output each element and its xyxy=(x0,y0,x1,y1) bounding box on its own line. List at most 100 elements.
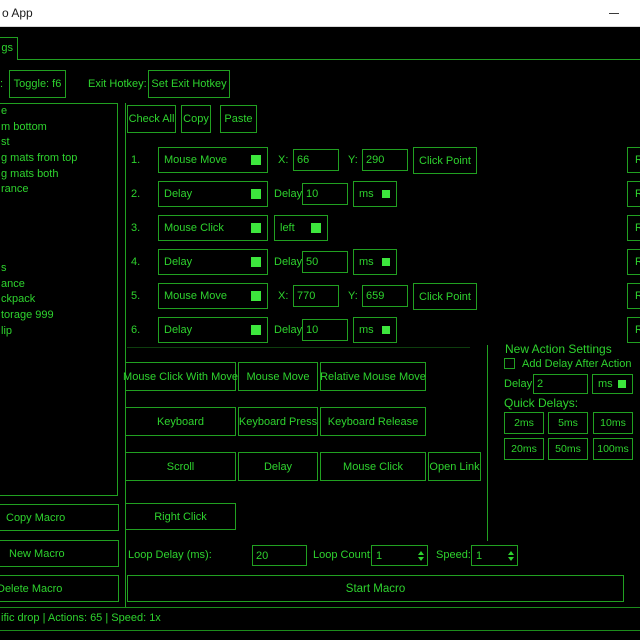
action-type-dropdown[interactable]: Delay xyxy=(158,317,268,343)
action-row-number: 5. xyxy=(131,283,140,309)
quick-delay-button-50ms[interactable]: 50ms xyxy=(548,438,588,460)
action-row: 2. Delay Delay ms R xyxy=(0,181,640,209)
y-input[interactable] xyxy=(362,149,408,171)
x-label: X: xyxy=(278,147,288,173)
tab-strip-line xyxy=(0,59,640,60)
macro-list-item[interactable]: m bottom xyxy=(1,120,117,136)
click-point-button[interactable]: Click Point xyxy=(413,283,477,310)
action-row: 6.DelayDelaymsR xyxy=(0,317,640,345)
clipped-row-edge xyxy=(127,347,470,348)
x-input[interactable] xyxy=(293,149,339,171)
action-row-number: 2. xyxy=(131,181,140,207)
delay-unit-dropdown[interactable]: ms xyxy=(353,317,397,343)
quick-delay-button-2ms[interactable]: 2ms xyxy=(504,412,544,434)
window-title: o App xyxy=(2,0,33,27)
quick-delay-button-5ms[interactable]: 5ms xyxy=(548,412,588,434)
delay-input[interactable] xyxy=(302,251,348,273)
copy-macro-button[interactable]: Copy Macro xyxy=(0,504,119,531)
add-delay-checkbox[interactable] xyxy=(504,358,515,369)
delete-macro-button[interactable]: Delete Macro xyxy=(0,575,119,602)
action-type-dropdown[interactable]: Mouse Move xyxy=(158,147,268,173)
dropdown-square-icon xyxy=(251,257,261,267)
action-type-dropdown[interactable]: Delay xyxy=(158,249,268,275)
palette-button-mouse-click-with-move[interactable]: Mouse Click With Move xyxy=(125,362,236,391)
remove-button[interactable]: R xyxy=(627,283,640,309)
x-label: X: xyxy=(278,283,288,309)
remove-button[interactable]: R xyxy=(627,317,640,343)
spin-up-icon[interactable] xyxy=(508,551,514,555)
delay-label: Delay xyxy=(274,181,302,207)
dropdown-square-icon xyxy=(251,223,261,233)
loop-count-spinner[interactable]: 1 xyxy=(371,545,428,566)
set-exit-hotkey-button[interactable]: Set Exit Hotkey xyxy=(148,70,230,98)
status-bar-text: ific drop | Actions: 65 | Speed: 1x xyxy=(1,607,161,630)
add-delay-label: Add Delay After Action xyxy=(522,358,631,370)
action-type-dropdown[interactable]: Delay xyxy=(158,181,268,207)
delay-input[interactable] xyxy=(302,183,348,205)
speed-spinner[interactable]: 1 xyxy=(471,545,518,566)
new-macro-button[interactable]: New Macro xyxy=(0,540,119,567)
check-all-button[interactable]: Check All xyxy=(127,105,176,133)
quick-delay-button-10ms[interactable]: 10ms xyxy=(593,412,633,434)
palette-button-keyboard[interactable]: Keyboard xyxy=(125,407,236,436)
palette-button-mouse-click[interactable]: Mouse Click xyxy=(320,452,426,481)
y-input[interactable] xyxy=(362,285,408,307)
action-row-number: 4. xyxy=(131,249,140,275)
dropdown-square-icon xyxy=(251,291,261,301)
click-point-button[interactable]: Click Point xyxy=(413,147,477,174)
dropdown-square-icon xyxy=(251,189,261,199)
delay-unit-dropdown-value: ms xyxy=(359,188,374,200)
palette-button-mouse-move[interactable]: Mouse Move xyxy=(238,362,318,391)
spin-down-icon[interactable] xyxy=(418,557,424,561)
macro-list-item[interactable]: e xyxy=(1,104,117,120)
quick-delays-label: Quick Delays: xyxy=(504,396,578,410)
remove-button[interactable]: R xyxy=(627,181,640,207)
palette-button-keyboard-release[interactable]: Keyboard Release xyxy=(320,407,426,436)
palette-button-keyboard-press[interactable]: Keyboard Press xyxy=(238,407,318,436)
delay-input[interactable] xyxy=(302,319,348,341)
tab-settings[interactable]: gs xyxy=(0,37,18,60)
speed-label: Speed: xyxy=(436,545,471,566)
minimize-icon[interactable] xyxy=(609,13,619,14)
status-bar-bottom-line xyxy=(0,630,640,631)
action-rows: 1.Mouse MoveX:Y:Click PointR2.DelayDelay… xyxy=(0,141,640,346)
toggle-hotkey-button[interactable]: Toggle: f6 xyxy=(9,70,66,98)
palette-button-delay[interactable]: Delay xyxy=(238,452,318,481)
spin-down-icon[interactable] xyxy=(508,557,514,561)
spin-up-icon[interactable] xyxy=(418,551,424,555)
action-type-dropdown-value: Delay xyxy=(164,188,192,200)
start-macro-button[interactable]: Start Macro xyxy=(127,575,624,602)
paste-button[interactable]: Paste xyxy=(220,105,257,133)
quick-delay-button-100ms[interactable]: 100ms xyxy=(593,438,633,460)
dropdown-square-icon xyxy=(618,380,626,388)
settings-delay-label: Delay: xyxy=(504,374,535,394)
palette-button-scroll[interactable]: Scroll xyxy=(125,452,236,481)
delay-unit-dropdown[interactable]: ms xyxy=(353,249,397,275)
action-row: 3.Mouse ClickleftR xyxy=(0,215,640,243)
remove-button[interactable]: R xyxy=(627,249,640,275)
palette-button-right-click[interactable]: Right Click xyxy=(125,503,236,530)
settings-unit-dropdown[interactable]: ms xyxy=(592,374,633,394)
palette-button-open-link[interactable]: Open Link xyxy=(428,452,481,481)
copy-button[interactable]: Copy xyxy=(181,105,211,133)
action-row: 4.DelayDelaymsR xyxy=(0,249,640,277)
x-input[interactable] xyxy=(293,285,339,307)
dropdown-square-icon xyxy=(382,326,390,334)
remove-button[interactable]: R xyxy=(627,147,640,173)
quick-delay-button-20ms[interactable]: 20ms xyxy=(504,438,544,460)
action-type-dropdown-value: Mouse Move xyxy=(164,154,227,166)
mouse-button-dropdown[interactable]: left xyxy=(274,215,328,241)
palette-button-relative-mouse-move[interactable]: Relative Mouse Move xyxy=(320,362,426,391)
action-type-dropdown[interactable]: Mouse Move xyxy=(158,283,268,309)
loop-delay-input[interactable] xyxy=(252,545,307,566)
delay-unit-dropdown[interactable]: ms xyxy=(353,181,397,207)
delay-label: Delay xyxy=(274,317,302,343)
dropdown-square-icon xyxy=(382,190,390,198)
dropdown-square-icon xyxy=(311,223,321,233)
action-row-number: 1. xyxy=(131,147,140,173)
settings-delay-input[interactable] xyxy=(533,374,588,394)
action-type-dropdown[interactable]: Mouse Click xyxy=(158,215,268,241)
remove-button[interactable]: R xyxy=(627,215,640,241)
delay-unit-dropdown-value: ms xyxy=(359,324,374,336)
settings-unit-value: ms xyxy=(598,378,613,390)
